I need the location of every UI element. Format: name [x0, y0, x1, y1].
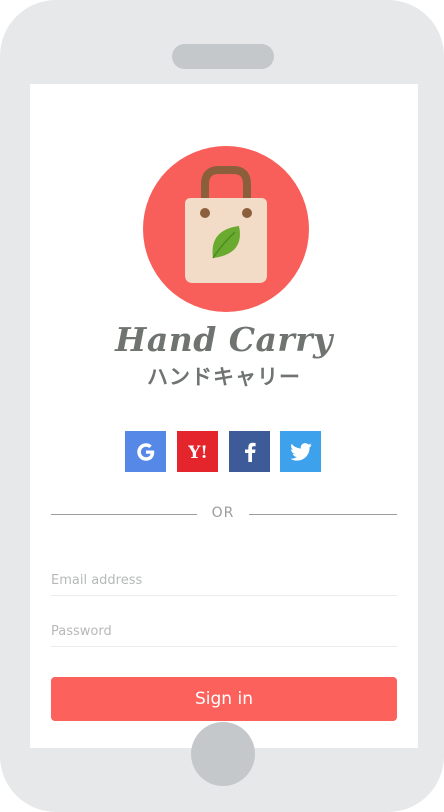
google-icon	[136, 442, 154, 461]
app-screen: Hand Carry ハンドキャリー Y! OR Email address S…	[30, 84, 418, 748]
twitter-bird-icon	[289, 442, 312, 461]
phone-speaker	[172, 44, 274, 69]
password-field[interactable]	[51, 616, 397, 647]
facebook-login-button[interactable]	[229, 431, 270, 472]
yahoo-login-button[interactable]: Y!	[177, 431, 218, 472]
phone-frame: Hand Carry ハンドキャリー Y! OR Email address S…	[0, 0, 444, 812]
sign-in-button[interactable]: Sign in	[51, 677, 397, 721]
hand-carry-logo	[143, 146, 309, 312]
divider-line-left	[51, 514, 197, 515]
google-login-button[interactable]	[125, 431, 166, 472]
brand-name: Hand Carry	[115, 320, 333, 359]
brand-name-kana: ハンドキャリー	[147, 365, 301, 389]
email-field[interactable]	[51, 565, 397, 596]
svg-text:Y!: Y!	[187, 443, 208, 463]
or-divider-label: OR	[211, 505, 235, 521]
facebook-icon	[244, 442, 256, 462]
divider-line-right	[249, 514, 397, 515]
phone-home-button	[191, 722, 255, 786]
yahoo-icon: Y!	[187, 443, 208, 463]
twitter-login-button[interactable]	[280, 431, 321, 472]
